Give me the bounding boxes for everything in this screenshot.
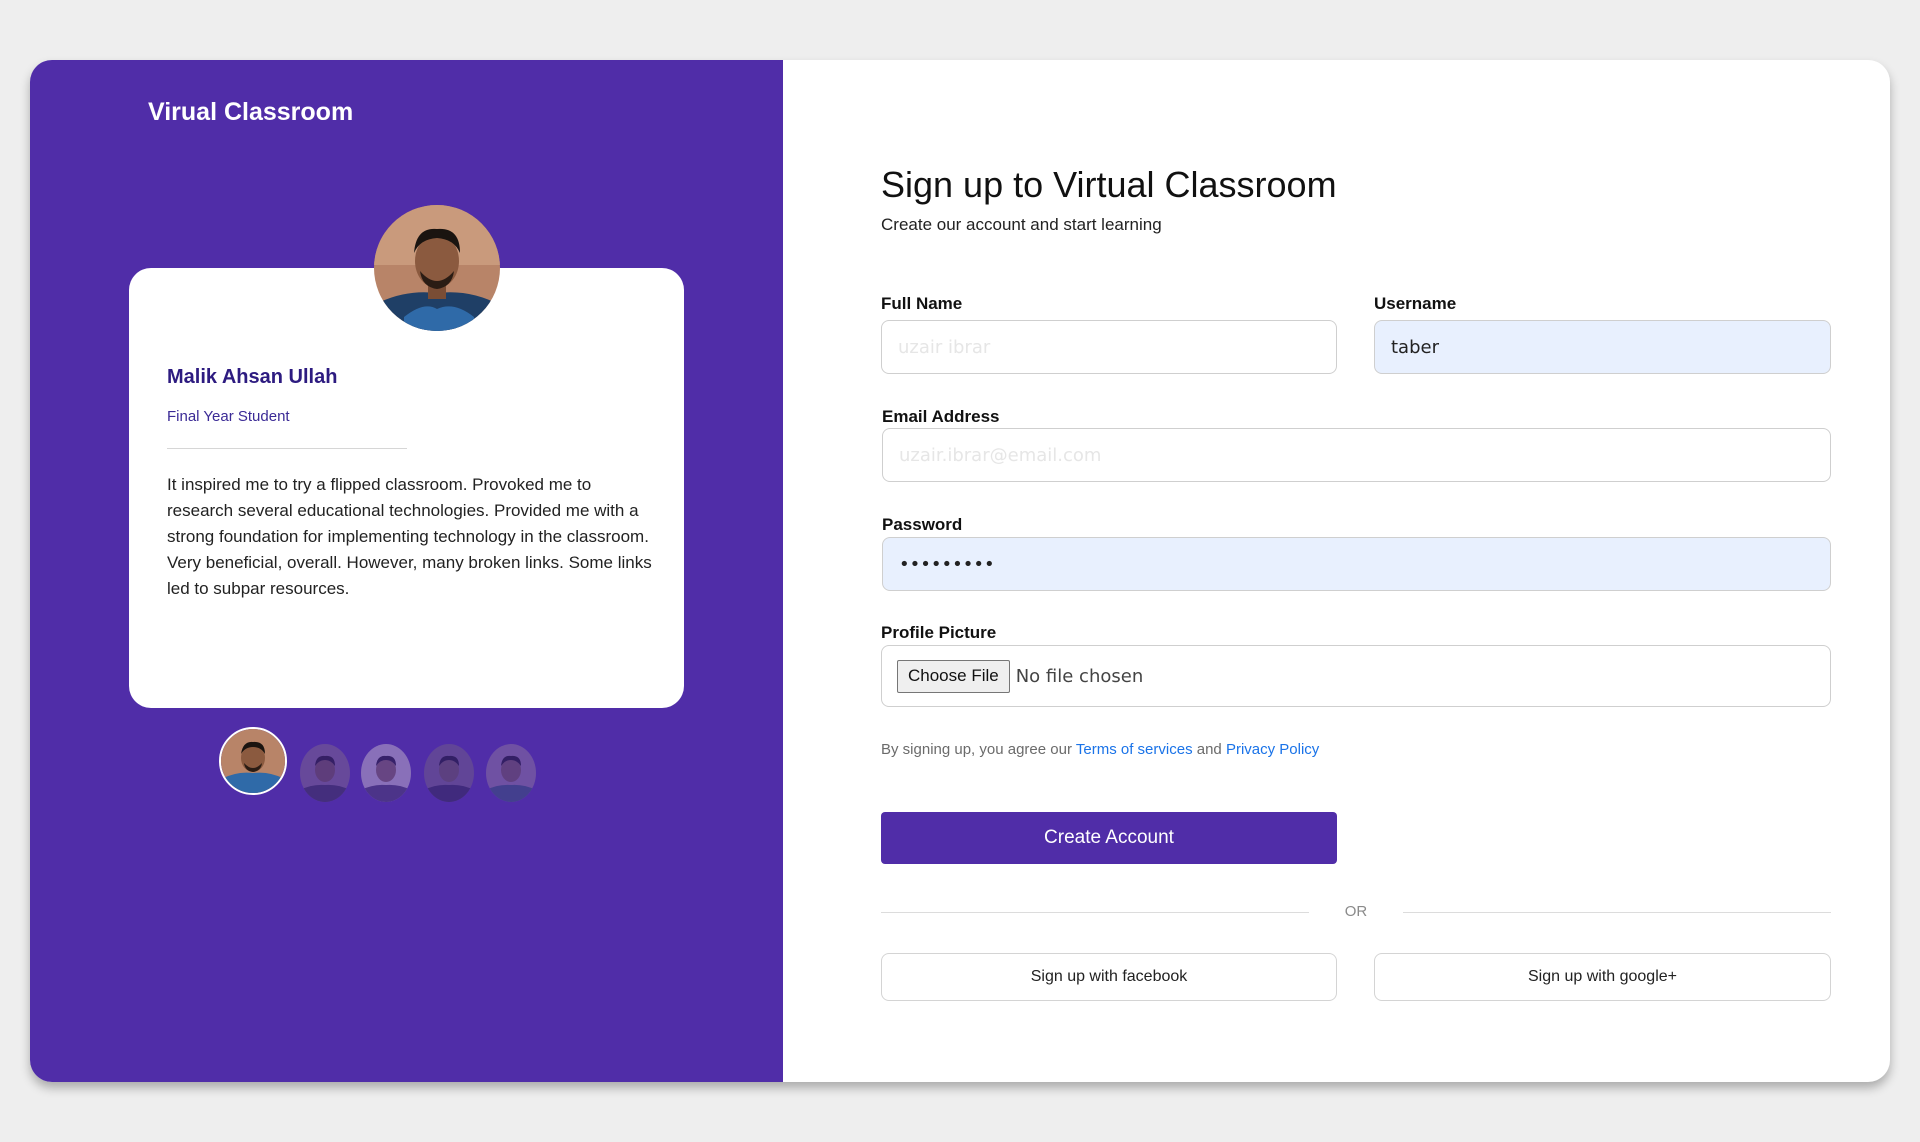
page-title: Sign up to Virtual Classroom	[881, 164, 1337, 205]
password-label: Password	[882, 515, 963, 534]
terms-notice: By signing up, you agree our Terms of se…	[881, 741, 1319, 758]
testimonial-name: Malik Ahsan Ullah	[167, 366, 338, 388]
slide-thumb-3[interactable]	[361, 744, 411, 802]
divider-line-right	[1403, 912, 1831, 913]
terms-of-service-link[interactable]: Terms of services	[1076, 741, 1193, 758]
password-input[interactable]	[882, 537, 1831, 591]
slide-thumb-1[interactable]	[219, 727, 287, 795]
google-signup-button[interactable]: Sign up with google+	[1374, 953, 1831, 1001]
testimonial-panel: Virual Classroom Malik Ahsan Ullah Final…	[30, 60, 783, 1082]
username-input[interactable]	[1374, 320, 1831, 374]
create-account-button[interactable]: Create Account	[881, 812, 1337, 864]
email-label: Email Address	[882, 407, 1000, 426]
profile-picture-field[interactable]: Choose File No file chosen	[881, 645, 1831, 707]
testimonial-avatar	[374, 205, 500, 331]
terms-conjunction: and	[1196, 741, 1222, 758]
file-status-text: No file chosen	[1015, 665, 1144, 687]
slide-thumb-2[interactable]	[300, 744, 350, 802]
profile-picture-label: Profile Picture	[881, 623, 997, 642]
testimonial-card: Malik Ahsan Ullah Final Year Student It …	[129, 268, 684, 708]
slide-thumb-4[interactable]	[424, 744, 474, 802]
or-divider: OR	[881, 903, 1831, 923]
facebook-signup-button[interactable]: Sign up with facebook	[881, 953, 1337, 1001]
email-input[interactable]	[882, 428, 1831, 482]
brand-title: Virual Classroom	[148, 98, 354, 126]
slide-thumb-5[interactable]	[486, 744, 536, 802]
signup-form-panel: Sign up to Virtual Classroom Create our …	[783, 60, 1890, 1082]
signup-window: Virual Classroom Malik Ahsan Ullah Final…	[30, 60, 1890, 1082]
choose-file-button[interactable]: Choose File	[897, 659, 1010, 693]
full-name-label: Full Name	[881, 294, 963, 313]
testimonial-divider	[167, 448, 407, 449]
testimonial-quote: It inspired me to try a flipped classroo…	[167, 475, 652, 598]
page-subtitle: Create our account and start learning	[881, 215, 1162, 234]
terms-prefix: By signing up, you agree our	[881, 741, 1072, 758]
privacy-policy-link[interactable]: Privacy Policy	[1226, 741, 1319, 758]
full-name-input[interactable]	[881, 320, 1337, 374]
testimonial-role: Final Year Student	[167, 408, 290, 425]
username-label: Username	[1374, 294, 1457, 313]
